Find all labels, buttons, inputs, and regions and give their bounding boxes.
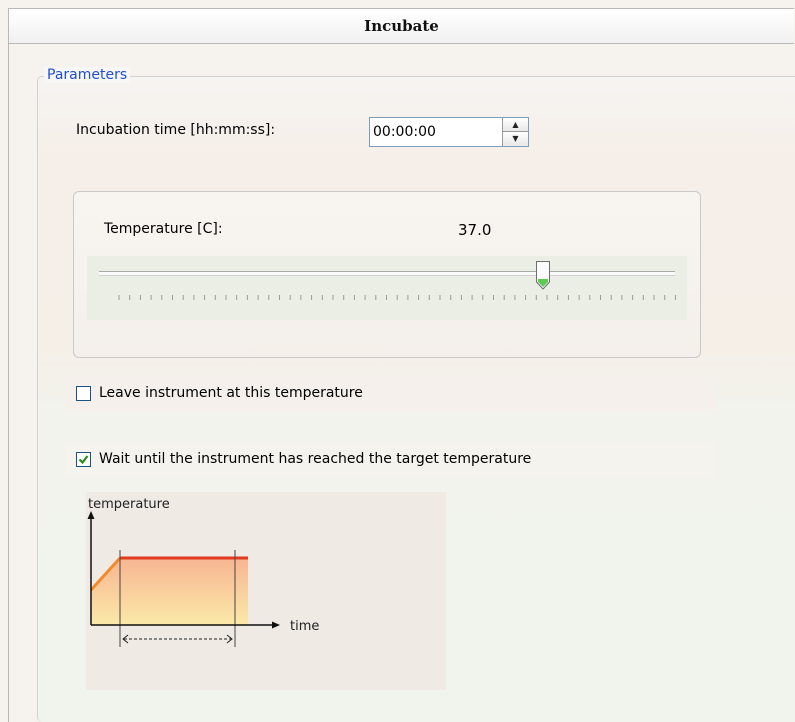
- checkmark-icon: [78, 455, 89, 465]
- wait-until-reached-label: Wait until the instrument has reached th…: [99, 451, 532, 467]
- wait-until-reached-option[interactable]: Wait until the instrument has reached th…: [66, 443, 716, 477]
- diagram-y-label: temperature: [88, 497, 170, 512]
- leave-at-temperature-option[interactable]: Leave instrument at this temperature: [66, 377, 716, 411]
- temperature-value: 37.0: [458, 221, 492, 239]
- wait-until-reached-checkbox[interactable]: [76, 452, 91, 467]
- leave-at-temperature-checkbox[interactable]: [76, 386, 91, 401]
- diagram-y-axis-arrow: [87, 511, 95, 519]
- triangle-down-icon: ▼: [512, 134, 519, 143]
- panel-header: Incubate: [8, 8, 794, 44]
- diagram-x-axis-arrow: [272, 621, 280, 629]
- incubation-time-input[interactable]: [370, 118, 502, 146]
- temperature-label: Temperature [C]:: [104, 221, 223, 237]
- parameters-legend: Parameters: [44, 67, 131, 83]
- panel-left-border: [8, 44, 9, 722]
- temperature-time-diagram: temperature time: [86, 492, 446, 690]
- diagram-graphic: [87, 511, 280, 647]
- slider-thumb[interactable]: [535, 260, 551, 292]
- incubate-window: Incubate Parameters Incubation time [hh:…: [0, 0, 795, 722]
- diagram-fill: [91, 558, 248, 625]
- leave-at-temperature-label: Leave instrument at this temperature: [99, 385, 363, 401]
- triangle-up-icon: ▲: [512, 120, 519, 129]
- panel-title: Incubate: [364, 17, 439, 35]
- incubation-time-spinner: ▲ ▼: [369, 117, 529, 147]
- diagram-x-label: time: [290, 619, 320, 634]
- spin-down-button[interactable]: ▼: [502, 132, 528, 146]
- spin-up-button[interactable]: ▲: [502, 118, 528, 132]
- slider-track: [99, 271, 675, 276]
- temperature-slider[interactable]: [87, 256, 687, 320]
- incubation-time-label: Incubation time [hh:mm:ss]:: [76, 122, 276, 138]
- slider-ticks: [118, 295, 676, 300]
